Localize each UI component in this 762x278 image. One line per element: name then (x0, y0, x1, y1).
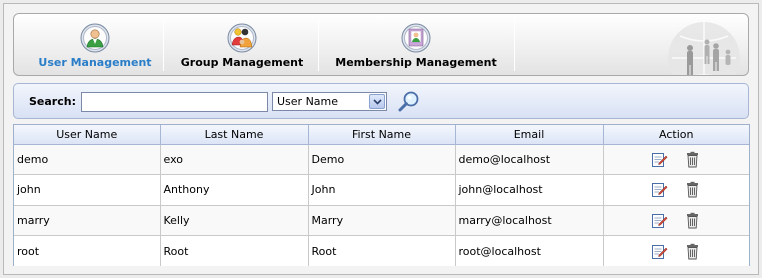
tab-divider (163, 19, 164, 71)
table-row[interactable]: john Anthony John john@localhost (14, 174, 749, 206)
cell-actions (603, 174, 749, 206)
user-icon (80, 23, 110, 53)
cell-lastname: exo (160, 144, 309, 175)
table-row[interactable]: marry Kelly Marry marry@localhost (14, 205, 749, 236)
cell-username: root (14, 235, 161, 266)
column-header-email[interactable]: Email (455, 125, 604, 145)
cell-firstname: Demo (308, 144, 456, 175)
delete-icon[interactable] (684, 151, 701, 168)
edit-icon[interactable] (651, 181, 668, 198)
tab-membership-management[interactable]: Membership Management (322, 14, 510, 75)
edit-icon[interactable] (651, 151, 668, 168)
tab-label: User Management (38, 56, 152, 69)
delete-icon[interactable] (684, 212, 701, 229)
cell-username: john (14, 174, 161, 206)
edit-icon[interactable] (651, 212, 668, 229)
cell-email: marry@localhost (455, 205, 604, 236)
cell-email: demo@localhost (455, 144, 604, 175)
table-header-row: User Name Last Name First Name Email Act… (14, 125, 749, 145)
cell-lastname: Root (160, 235, 309, 266)
cell-firstname: Marry (308, 205, 456, 236)
cell-username: demo (14, 144, 161, 175)
tab-label: Group Management (180, 56, 304, 69)
table-row[interactable]: demo exo Demo demo@localhost (14, 144, 749, 175)
membership-icon (401, 23, 431, 53)
table-row[interactable]: root Root Root root@localhost (14, 235, 749, 266)
cell-actions (603, 205, 749, 236)
edit-icon[interactable] (651, 243, 668, 260)
tab-divider (514, 19, 515, 71)
chevron-down-icon[interactable] (369, 94, 385, 109)
tab-group-management[interactable]: Group Management (167, 14, 317, 75)
cell-firstname: Root (308, 235, 456, 266)
tab-user-management[interactable]: User Management (26, 14, 164, 75)
management-tabbar: User Management Group Management Members… (13, 13, 749, 76)
column-header-firstname[interactable]: First Name (308, 125, 456, 145)
search-filter-value: User Name (277, 95, 339, 108)
cell-username: marry (14, 205, 161, 236)
search-input[interactable] (81, 92, 268, 112)
cell-email: john@localhost (455, 174, 604, 206)
cell-firstname: John (308, 174, 456, 206)
cell-lastname: Anthony (160, 174, 309, 206)
group-icon (227, 23, 257, 53)
users-table: User Name Last Name First Name Email Act… (13, 124, 750, 266)
search-label: Search: (29, 95, 76, 108)
column-header-action: Action (603, 125, 749, 145)
cell-lastname: Kelly (160, 205, 309, 236)
cell-email: root@localhost (455, 235, 604, 266)
search-icon[interactable] (397, 90, 421, 114)
delete-icon[interactable] (684, 243, 701, 260)
delete-icon[interactable] (684, 181, 701, 198)
tab-divider (318, 19, 319, 71)
cell-actions (603, 144, 749, 175)
search-filter-select[interactable]: User Name (272, 92, 387, 111)
people-globe-icon (668, 22, 740, 75)
search-bar: Search: User Name (13, 83, 749, 119)
column-header-username[interactable]: User Name (14, 125, 161, 145)
tab-label: Membership Management (335, 56, 497, 69)
cell-actions (603, 235, 749, 266)
column-header-lastname[interactable]: Last Name (160, 125, 309, 145)
